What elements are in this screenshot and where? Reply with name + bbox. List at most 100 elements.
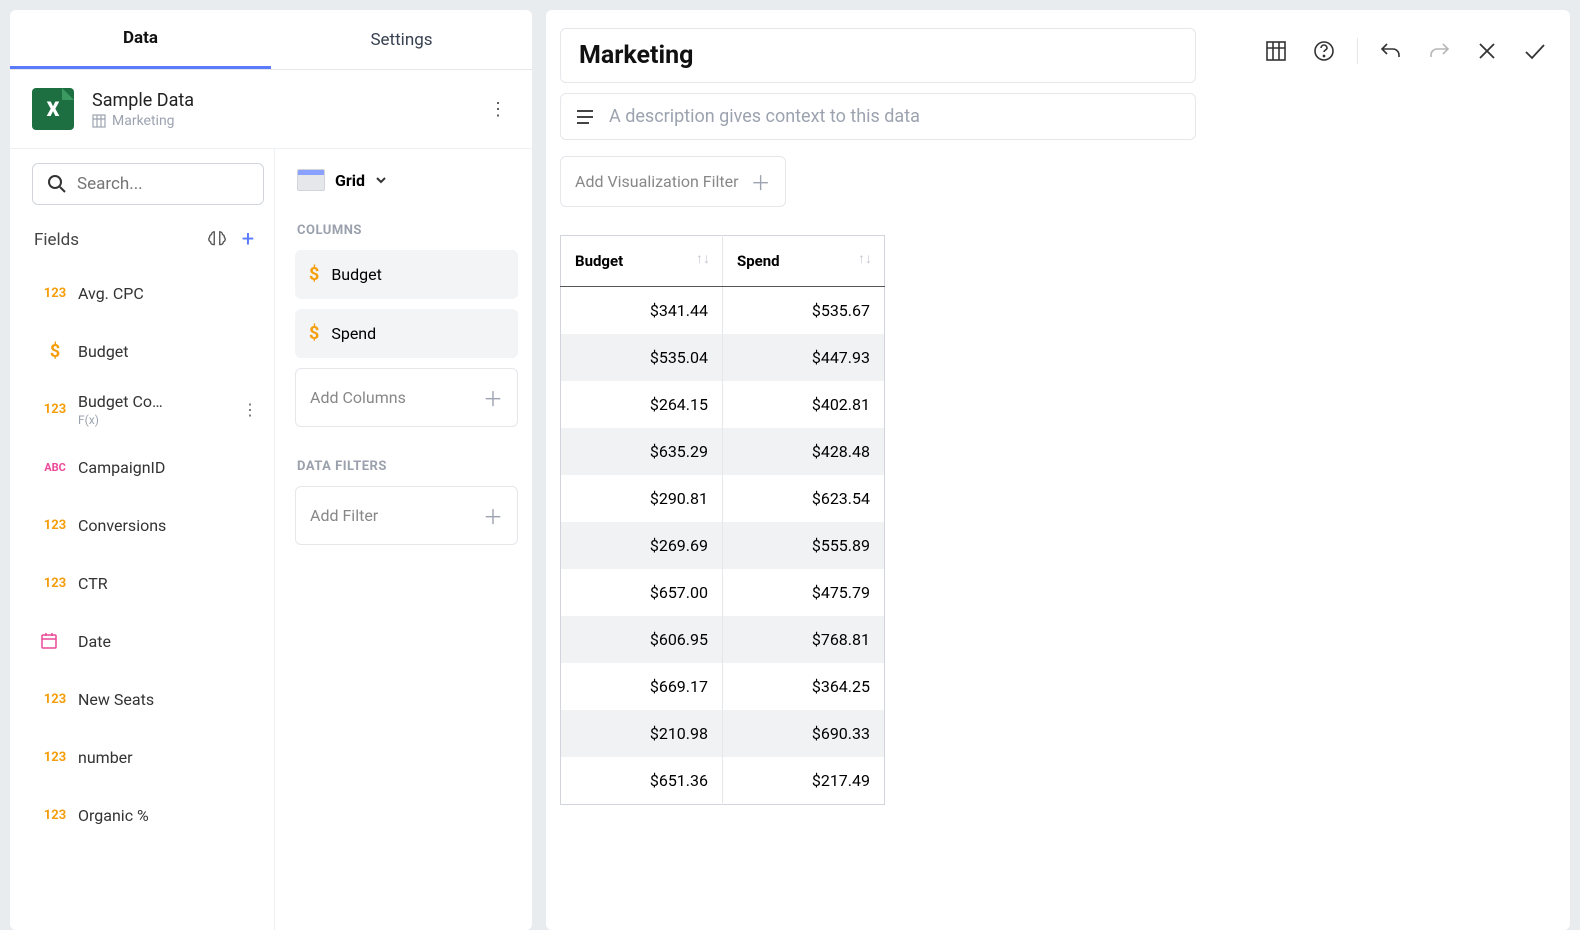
sort-icon[interactable]: ↑↓ <box>858 250 872 267</box>
chip-label: Budget <box>331 265 382 284</box>
field-item[interactable]: 123Budget Co…F(x)⋮ <box>32 380 264 438</box>
grid-type-icon <box>297 169 325 191</box>
number-type-icon: 123 <box>40 576 70 591</box>
filters-section-label: DATA FILTERS <box>297 459 518 474</box>
cell: $447.93 <box>723 334 885 381</box>
field-item[interactable]: 123 New Seats <box>32 670 264 728</box>
help-icon[interactable] <box>1309 36 1339 66</box>
number-type-icon: 123 <box>40 402 70 417</box>
table-row[interactable]: $635.29$428.48 <box>561 428 885 475</box>
column-header[interactable]: Spend↑↓ <box>723 236 885 287</box>
plus-icon: ＋ <box>751 167 771 196</box>
field-item[interactable]: ›Date <box>32 612 264 670</box>
currency-icon: $ <box>40 341 70 362</box>
search-icon <box>47 174 67 194</box>
table-row[interactable]: $290.81$623.54 <box>561 475 885 522</box>
cell: $475.79 <box>723 569 885 616</box>
table-row[interactable]: $210.98$690.33 <box>561 710 885 757</box>
table-row[interactable]: $341.44$535.67 <box>561 287 885 335</box>
calendar-icon <box>40 632 70 650</box>
field-label: Budget <box>78 342 264 361</box>
datasource-subtitle: Marketing <box>92 113 486 129</box>
visualization-type-selector[interactable]: Grid <box>295 163 518 209</box>
field-label: number <box>78 748 264 767</box>
field-item[interactable]: 123Conversions <box>32 496 264 554</box>
cell: $690.33 <box>723 710 885 757</box>
column-header[interactable]: Budget↑↓ <box>561 236 723 287</box>
cell: $651.36 <box>561 757 723 805</box>
editor-left-panel: Data Settings X Sample Data Marketing ⋮ <box>10 10 532 930</box>
text-type-icon: ABC <box>40 461 70 474</box>
table-row[interactable]: $657.00$475.79 <box>561 569 885 616</box>
viz-type-label: Grid <box>335 171 365 190</box>
datasource-title: Sample Data <box>92 90 486 111</box>
visualization-description-input[interactable]: A description gives context to this data <box>560 93 1196 140</box>
field-list: 123 Avg. CPC $ Budget 123Budget Co…F(x)⋮ABCC… <box>32 264 264 930</box>
add-field-button[interactable]: + <box>234 227 262 252</box>
cell: $210.98 <box>561 710 723 757</box>
cell: $364.25 <box>723 663 885 710</box>
cell: $535.67 <box>723 287 885 335</box>
sort-icon[interactable]: ↑↓ <box>696 250 710 267</box>
cell: $428.48 <box>723 428 885 475</box>
undo-icon[interactable] <box>1376 36 1406 66</box>
table-row[interactable]: $651.36$217.49 <box>561 757 885 805</box>
search-input[interactable] <box>77 174 249 194</box>
confirm-icon[interactable] <box>1520 36 1550 66</box>
layout-icon[interactable] <box>1261 36 1291 66</box>
number-type-icon: 123 <box>40 750 70 765</box>
field-item[interactable]: 123CTR <box>32 554 264 612</box>
visualization-title-input[interactable] <box>560 28 1196 83</box>
field-label: Date <box>78 632 264 651</box>
table-row[interactable]: $264.15$402.81 <box>561 381 885 428</box>
number-type-icon: 123 <box>40 286 70 301</box>
brain-icon[interactable] <box>206 229 234 251</box>
column-chip[interactable]: $ Budget <box>295 250 518 299</box>
number-type-icon: 123 <box>40 692 70 707</box>
data-grid: Budget↑↓Spend↑↓ $341.44$535.67$535.04$44… <box>560 235 885 805</box>
separator <box>1357 38 1358 64</box>
fields-search[interactable] <box>32 163 264 205</box>
cell: $402.81 <box>723 381 885 428</box>
grid-glyph-icon <box>92 114 106 128</box>
close-icon[interactable] <box>1472 36 1502 66</box>
field-more-icon[interactable]: ⋮ <box>236 400 264 419</box>
left-tabs: Data Settings <box>10 10 532 70</box>
field-item[interactable]: 123 Avg. CPC <box>32 264 264 322</box>
datasource-more-button[interactable]: ⋮ <box>486 99 510 120</box>
plus-icon: ＋ <box>483 501 503 530</box>
add-filter-button[interactable]: Add Filter＋ <box>295 486 518 545</box>
cell: $269.69 <box>561 522 723 569</box>
field-item[interactable]: 123 number <box>32 728 264 786</box>
table-row[interactable]: $669.17$364.25 <box>561 663 885 710</box>
visualization-panel: A description gives context to this data… <box>546 10 1570 930</box>
cell: $341.44 <box>561 287 723 335</box>
table-row[interactable]: $606.95$768.81 <box>561 616 885 663</box>
field-label: Avg. CPC <box>78 284 264 303</box>
tab-data[interactable]: Data <box>10 10 271 69</box>
excel-icon: X <box>32 88 74 130</box>
add-columns-button[interactable]: Add Columns＋ <box>295 368 518 427</box>
field-item[interactable]: $ Budget <box>32 322 264 380</box>
number-type-icon: 123 <box>40 808 70 823</box>
table-row[interactable]: $269.69$555.89 <box>561 522 885 569</box>
field-label: Organic % <box>78 806 264 825</box>
field-item[interactable]: ABCCampaignID <box>32 438 264 496</box>
cell: $768.81 <box>723 616 885 663</box>
chip-label: Spend <box>331 324 376 343</box>
cell: $290.81 <box>561 475 723 522</box>
add-visualization-filter-button[interactable]: Add Visualization Filter ＋ <box>560 156 786 207</box>
viz-toolbar <box>1261 28 1560 66</box>
table-row[interactable]: $535.04$447.93 <box>561 334 885 381</box>
field-label: New Seats <box>78 690 264 709</box>
tab-settings[interactable]: Settings <box>271 10 532 69</box>
column-chip[interactable]: $Spend <box>295 309 518 358</box>
redo-icon[interactable] <box>1424 36 1454 66</box>
cell: $635.29 <box>561 428 723 475</box>
fields-column: Fields + 123Avg. CPC$Budget123Budget Co…… <box>10 149 275 930</box>
cell: $555.89 <box>723 522 885 569</box>
field-item[interactable]: 123 Organic % <box>32 786 264 844</box>
currency-icon: $ <box>309 264 319 285</box>
columns-section-label: COLUMNS <box>297 223 518 238</box>
cell: $535.04 <box>561 334 723 381</box>
